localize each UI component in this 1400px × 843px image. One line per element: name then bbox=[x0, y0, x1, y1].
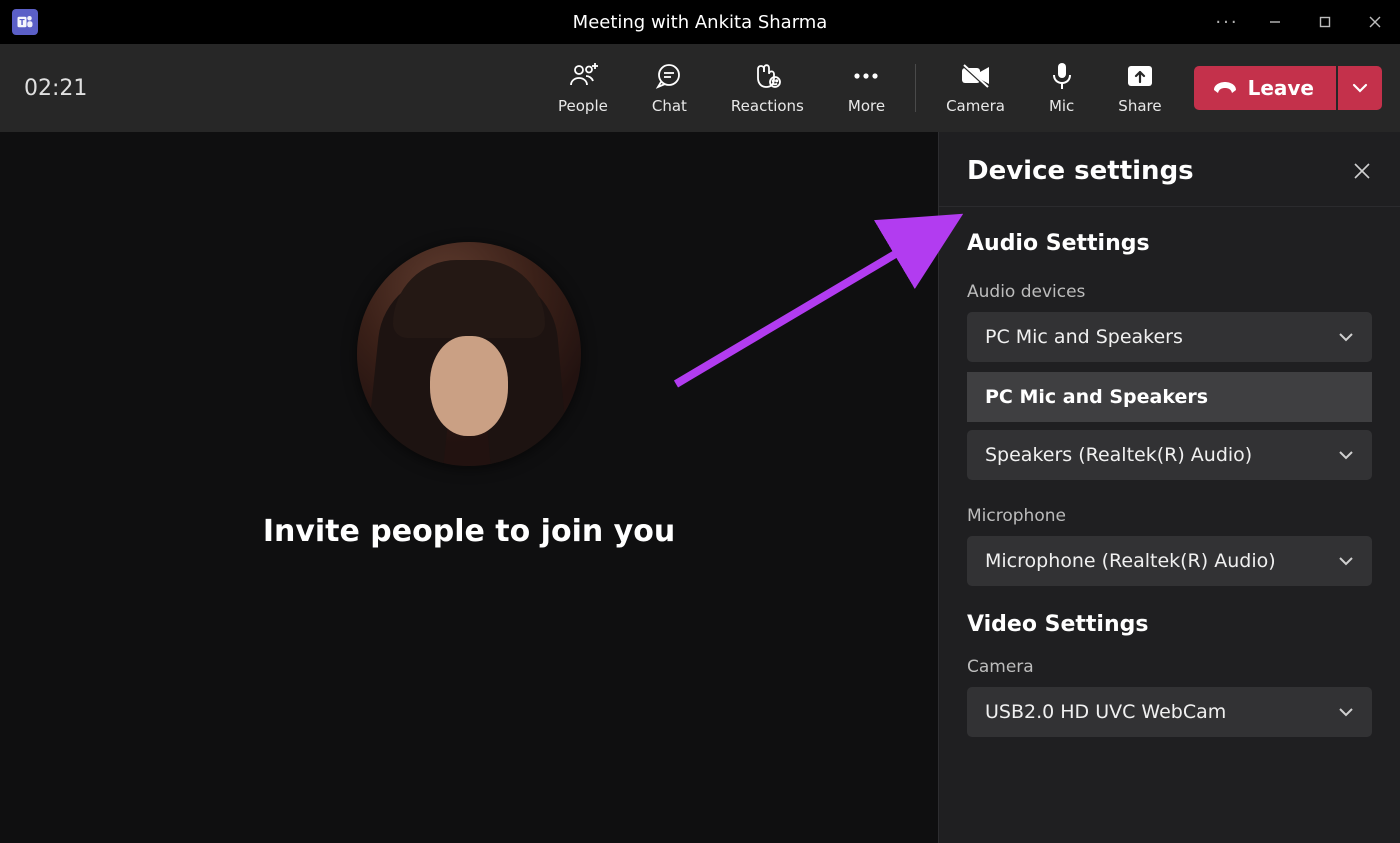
camera-value: USB2.0 HD UVC WebCam bbox=[985, 701, 1226, 723]
video-settings-heading: Video Settings bbox=[967, 612, 1372, 637]
window-title: Meeting with Ankita Sharma bbox=[573, 12, 828, 33]
leave-label: Leave bbox=[1248, 76, 1314, 100]
invite-people-text: Invite people to join you bbox=[263, 514, 675, 549]
camera-select[interactable]: USB2.0 HD UVC WebCam bbox=[967, 687, 1372, 737]
microphone-select[interactable]: Microphone (Realtek(R) Audio) bbox=[967, 536, 1372, 586]
camera-label: Camera bbox=[946, 97, 1005, 115]
mic-icon bbox=[1051, 61, 1073, 91]
camera-off-icon bbox=[960, 61, 992, 91]
chat-button[interactable]: Chat bbox=[630, 44, 709, 132]
audio-devices-select[interactable]: PC Mic and Speakers bbox=[967, 312, 1372, 362]
mic-button[interactable]: Mic bbox=[1027, 44, 1096, 132]
microphone-value: Microphone (Realtek(R) Audio) bbox=[985, 550, 1276, 572]
annotation-arrow bbox=[636, 204, 976, 404]
panel-close-button[interactable] bbox=[1352, 161, 1372, 181]
chevron-down-icon bbox=[1338, 450, 1354, 460]
chevron-down-icon bbox=[1338, 332, 1354, 342]
chevron-down-icon bbox=[1338, 556, 1354, 566]
reactions-icon bbox=[752, 61, 782, 91]
camera-button[interactable]: Camera bbox=[924, 44, 1027, 132]
reactions-label: Reactions bbox=[731, 97, 804, 115]
people-label: People bbox=[558, 97, 608, 115]
window-maximize-button[interactable] bbox=[1300, 0, 1350, 44]
audio-devices-option[interactable]: PC Mic and Speakers bbox=[967, 372, 1372, 422]
main-content: Invite people to join you Device setting… bbox=[0, 132, 1400, 843]
speaker-value: Speakers (Realtek(R) Audio) bbox=[985, 444, 1252, 466]
chat-icon bbox=[655, 61, 683, 91]
toolbar-separator bbox=[915, 64, 916, 112]
chevron-down-icon bbox=[1338, 707, 1354, 717]
share-icon bbox=[1126, 61, 1154, 91]
call-timer: 02:21 bbox=[24, 76, 87, 101]
meeting-stage: Invite people to join you bbox=[0, 132, 938, 843]
teams-app-icon: T bbox=[12, 9, 38, 35]
share-button[interactable]: Share bbox=[1096, 44, 1183, 132]
more-button[interactable]: More bbox=[826, 44, 907, 132]
leave-options-button[interactable] bbox=[1338, 66, 1382, 110]
reactions-button[interactable]: Reactions bbox=[709, 44, 826, 132]
leave-button[interactable]: Leave bbox=[1194, 66, 1336, 110]
more-icon bbox=[852, 61, 880, 91]
participant-avatar bbox=[357, 242, 581, 466]
device-settings-panel: Device settings Audio Settings Audio dev… bbox=[938, 132, 1400, 843]
svg-text:T: T bbox=[19, 18, 25, 27]
mic-label: Mic bbox=[1049, 97, 1074, 115]
people-icon bbox=[568, 61, 598, 91]
chat-label: Chat bbox=[652, 97, 687, 115]
audio-settings-heading: Audio Settings bbox=[967, 231, 1372, 256]
audio-devices-label: Audio devices bbox=[967, 282, 1372, 302]
meeting-toolbar: 02:21 People Chat bbox=[0, 44, 1400, 132]
window-close-button[interactable] bbox=[1350, 0, 1400, 44]
hangup-icon bbox=[1212, 80, 1238, 96]
audio-devices-value: PC Mic and Speakers bbox=[985, 326, 1183, 348]
share-label: Share bbox=[1118, 97, 1161, 115]
panel-title: Device settings bbox=[967, 156, 1194, 186]
microphone-label: Microphone bbox=[967, 506, 1372, 526]
titlebar-more-button[interactable]: ··· bbox=[1204, 0, 1250, 44]
titlebar: T Meeting with Ankita Sharma ··· bbox=[0, 0, 1400, 44]
camera-field-label: Camera bbox=[967, 657, 1372, 677]
more-label: More bbox=[848, 97, 885, 115]
people-button[interactable]: People bbox=[536, 44, 630, 132]
speaker-select[interactable]: Speakers (Realtek(R) Audio) bbox=[967, 430, 1372, 480]
window-minimize-button[interactable] bbox=[1250, 0, 1300, 44]
audio-devices-option-label: PC Mic and Speakers bbox=[985, 386, 1208, 408]
